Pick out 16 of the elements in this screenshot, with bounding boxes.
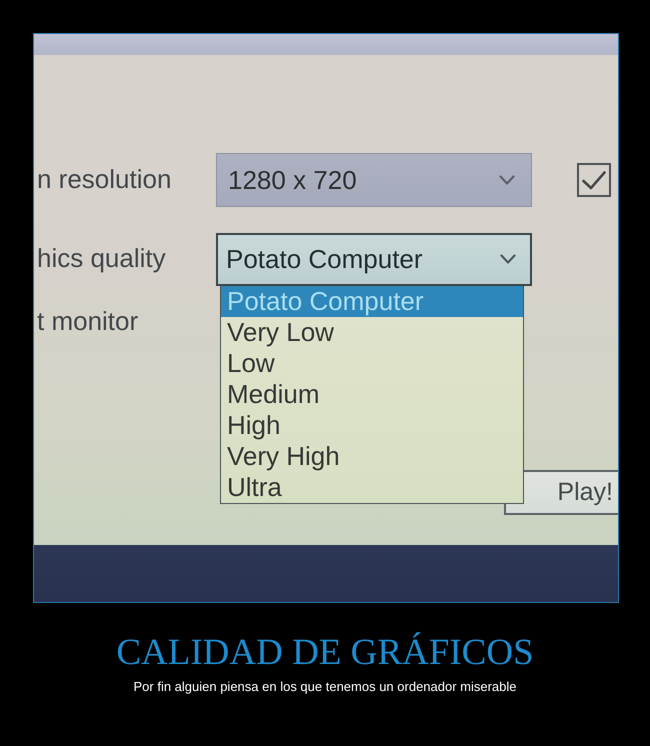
setting-label: n resolution [36,165,172,195]
dropdown-option[interactable]: High [221,410,523,440]
checkbox[interactable] [577,163,611,197]
setting-label: hics quality [36,244,166,274]
dropdown-option[interactable]: Very High [221,440,523,472]
chevron-down-icon [499,175,515,185]
dropdown[interactable]: Potato Computer [216,232,532,286]
chevron-down-icon [500,254,516,264]
dropdown[interactable]: 1280 x 720 [216,153,532,207]
meme-caption: Por fin alguien piensa en los que tenemos un ordenador miserable [133,679,517,695]
checkmark-icon [582,170,606,190]
dropdown-option[interactable]: Very Low [221,316,523,348]
dropdown-option[interactable]: Low [221,348,523,378]
setting-label: t monitor [36,307,138,337]
dropdown-option[interactable]: Medium [221,378,523,410]
meme-title: CALIDAD DE GRÁFICOS [116,632,534,674]
